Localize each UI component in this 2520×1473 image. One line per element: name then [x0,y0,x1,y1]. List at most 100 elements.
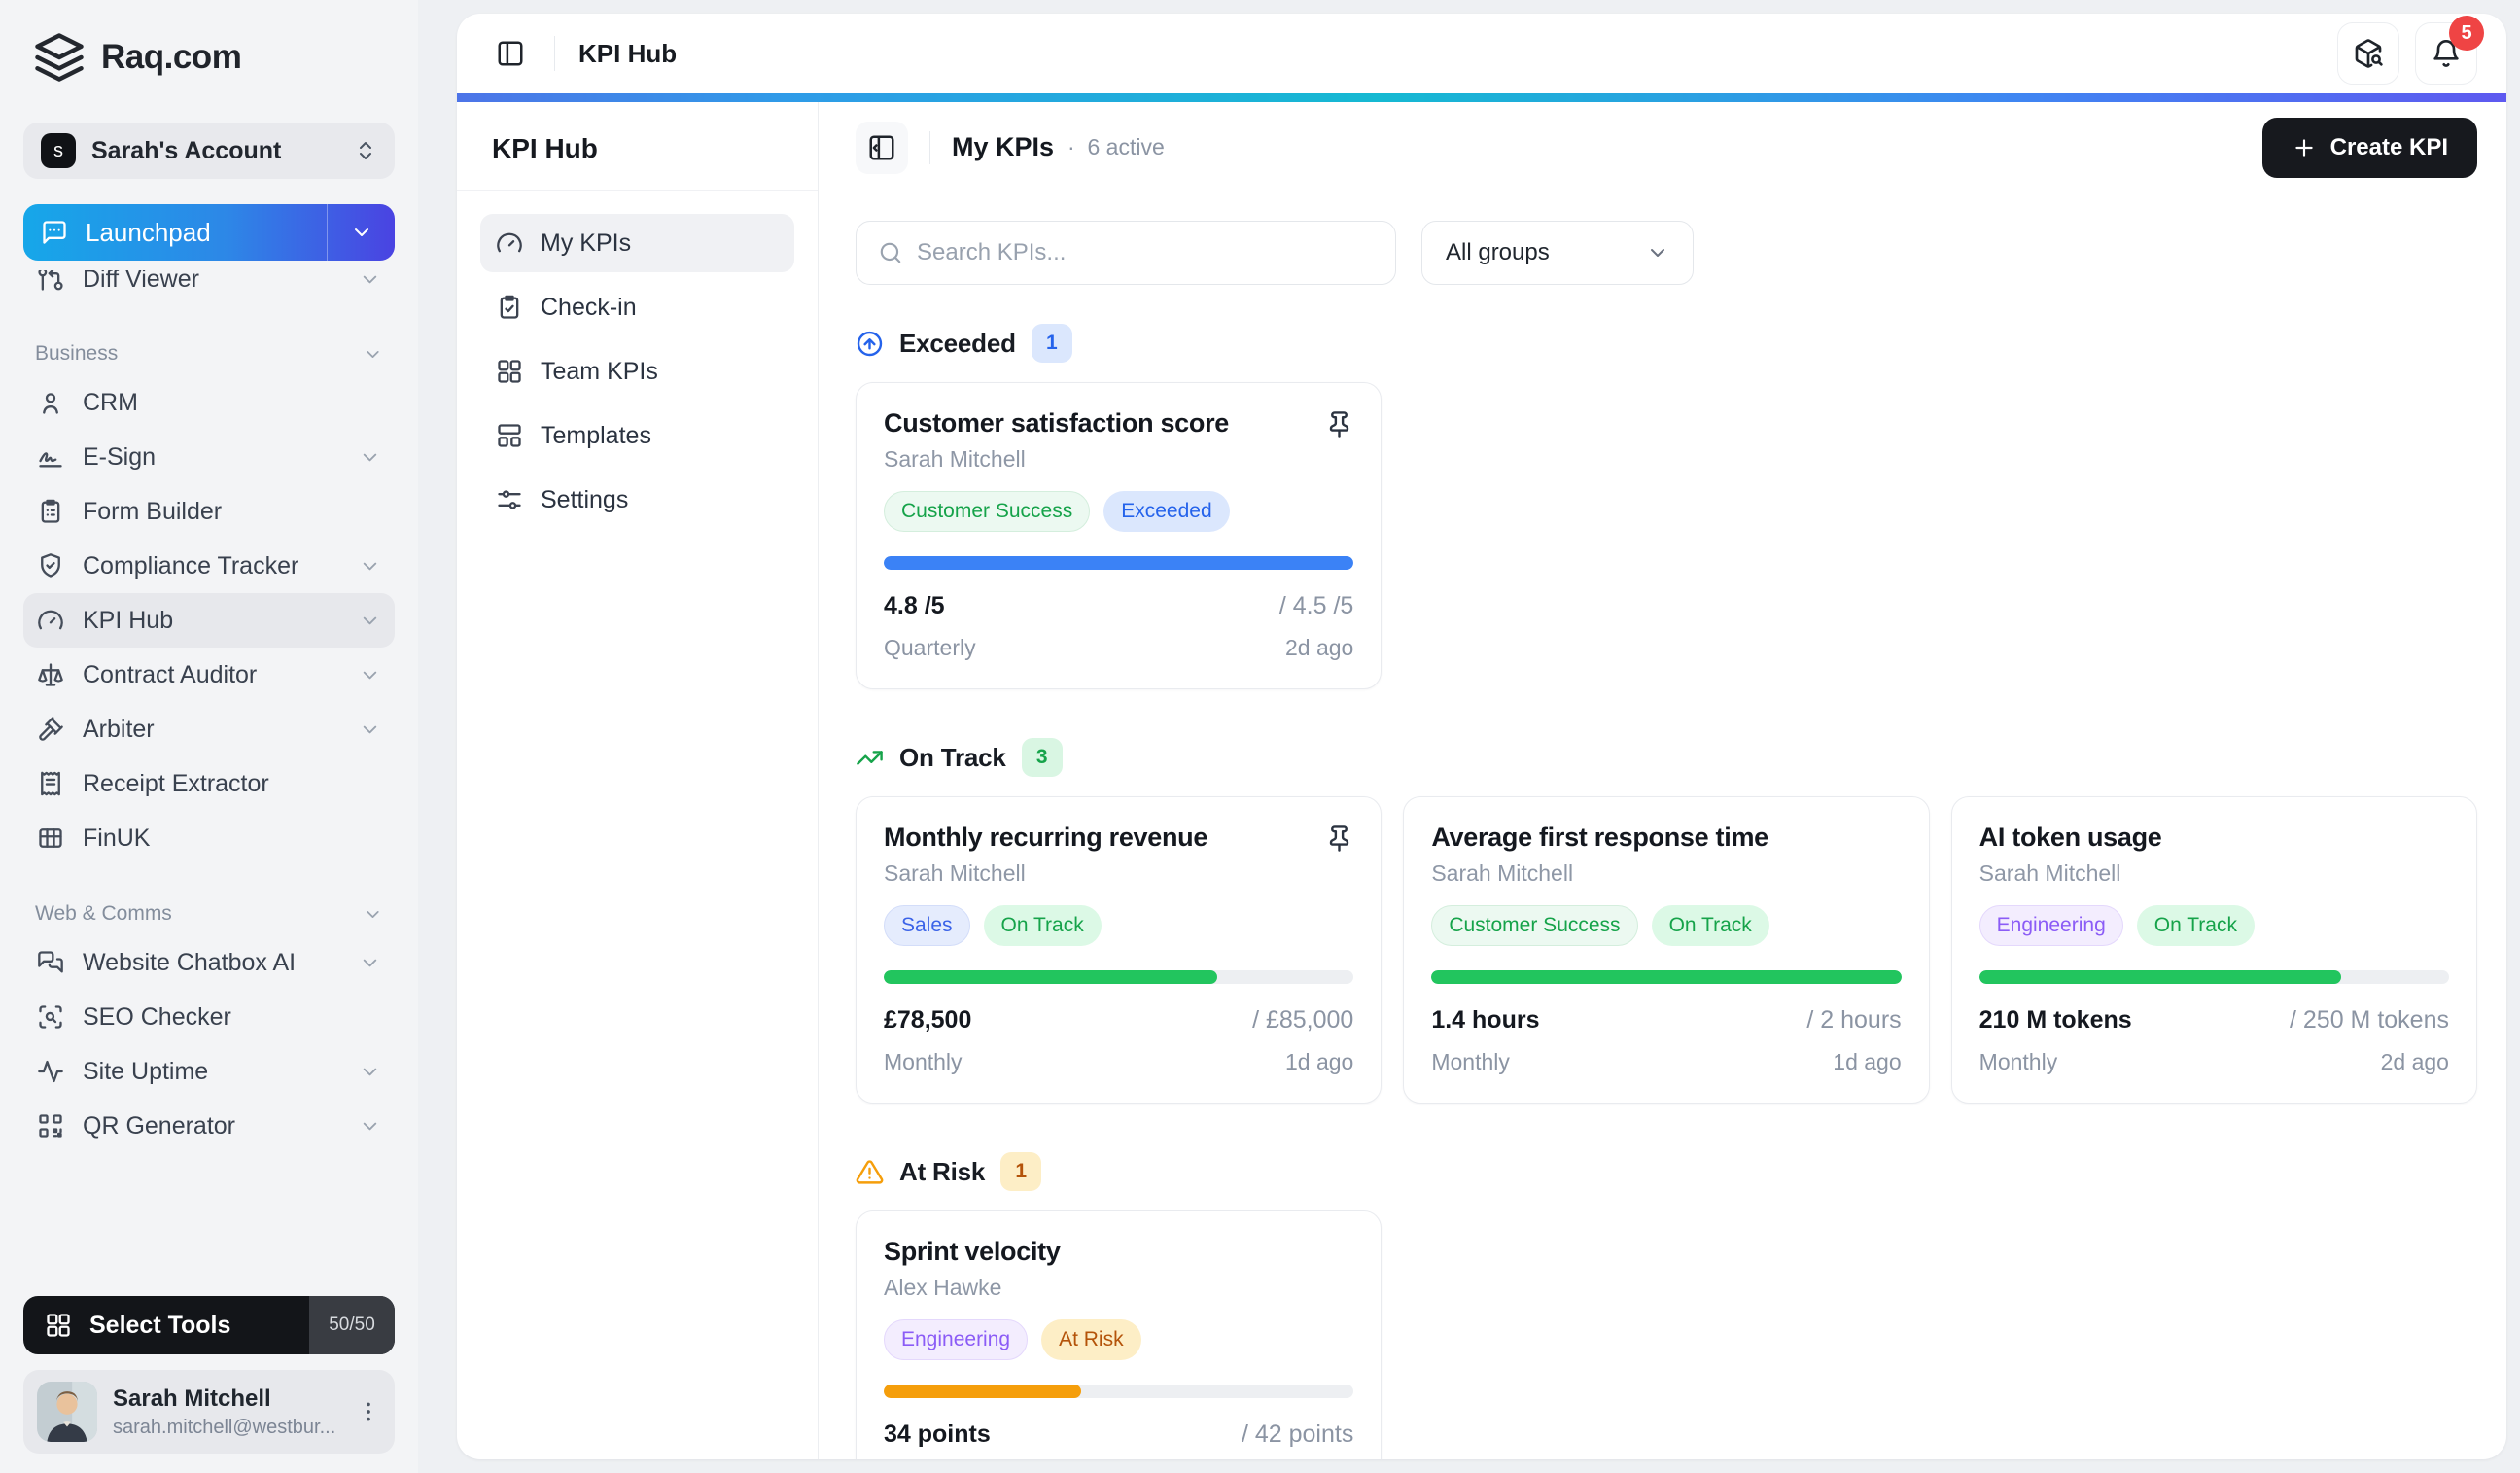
git-compare-arrows-icon [37,270,64,293]
pin-icon[interactable] [1325,824,1353,853]
kpi-target-value: / 250 M tokens [2290,1006,2449,1034]
kpi-card-ai-token-usage[interactable]: AI token usage Sarah Mitchell Engineerin… [1950,796,2477,1104]
sidebar-item-launchpad[interactable]: Launchpad [23,204,395,261]
sidebar-item-form-builder[interactable]: Form Builder [23,484,395,539]
subnav-item-team-kpis[interactable]: Team KPIs [480,342,794,401]
select-tools-button[interactable]: Select Tools 50/50 [23,1296,395,1354]
main-content: My KPIs · 6 active Create KPI All groups [819,102,2506,1459]
kpi-tags: Customer Success On Track [1431,905,1901,946]
clipboard-list-icon [37,498,64,525]
launchpad-expand-button[interactable] [327,204,395,261]
app-search-button[interactable] [2337,22,2399,85]
group-count-badge: 3 [1021,738,1063,777]
subnav-item-templates[interactable]: Templates [480,406,794,465]
kpi-frequency: Monthly [884,1049,962,1074]
sidebar-toggle-button[interactable] [490,33,531,74]
kpi-group-on-track: On Track 3 Monthly recurring revenue Sar… [856,738,2477,1104]
app-sidebar: Raq.com s Sarah's Account Launchpad Diff… [0,0,418,1473]
kpi-progress-track [1978,970,2449,984]
clipboard-check-icon [496,294,523,321]
content-panel: KPI Hub 5 KPI Hub My KPIs Check-in Team … [457,14,2506,1459]
signature-icon [37,443,64,471]
kpi-title: AI token usage [1978,823,2162,852]
subnav-divider [457,190,818,191]
sidebar-section-business[interactable]: Business [35,342,383,366]
kpi-title: Average first response time [1431,823,1768,852]
sidebar-item-contract-auditor[interactable]: Contract Auditor [23,648,395,702]
sidebar-item-website-chatbox-ai[interactable]: Website Chatbox AI [23,935,395,990]
sidebar-section-web-comms[interactable]: Web & Comms [35,902,383,926]
sidebar-item-kpi-hub[interactable]: KPI Hub [23,593,395,648]
sidebar-item-diff-viewer[interactable]: Diff Viewer [23,270,395,305]
gauge-icon [496,229,523,257]
receipt-icon [37,770,64,797]
account-switcher[interactable]: s Sarah's Account [23,123,395,179]
brand-name: Raq.com [101,38,242,76]
group-name: At Risk [899,1156,986,1186]
group-count-badge: 1 [1031,324,1072,363]
kpi-card-monthly-recurring-revenue[interactable]: Monthly recurring revenue Sarah Mitchell… [856,796,1382,1104]
create-kpi-button[interactable]: Create KPI [2261,117,2477,178]
notifications-button[interactable]: 5 [2415,16,2484,85]
trending-up-icon [856,744,884,772]
pin-icon[interactable] [1325,410,1353,438]
panel-left-icon [496,39,525,68]
sidebar-item-seo-checker[interactable]: SEO Checker [23,990,395,1044]
sidebar-item-site-uptime[interactable]: Site Uptime [23,1044,395,1099]
kpi-tags: Engineering On Track [1978,905,2449,946]
kpi-frequency: Quarterly [884,635,976,660]
kpi-card-average-first-response-time[interactable]: Average first response time Sarah Mitche… [1403,796,1930,1104]
group-filter-select[interactable]: All groups [1421,221,1694,285]
tag-exceeded: Exceeded [1103,491,1230,532]
kpi-last-updated: 1d ago [1833,1049,1902,1074]
search-icon [878,240,903,265]
sidebar-item-compliance-tracker[interactable]: Compliance Tracker [23,539,395,593]
sidebar-item-arbiter[interactable]: Arbiter [23,702,395,756]
activity-icon [37,1058,64,1085]
sidebar-item-e-sign[interactable]: E-Sign [23,430,395,484]
sidebar-nav: Launchpad Diff Viewer Business CRM E-Sig… [23,204,395,1280]
kpi-card-customer-satisfaction-score[interactable]: Customer satisfaction score Sarah Mitche… [856,382,1382,689]
kpi-owner: Alex Hawke [884,1275,1002,1300]
subnav-item-my-kpis[interactable]: My KPIs [480,214,794,272]
active-count: · 6 active [1068,134,1165,159]
kpi-target-value: / £85,000 [1252,1006,1354,1034]
sidebar-item-finuk[interactable]: FinUK [23,811,395,865]
table-icon [37,824,64,852]
tag-customer-success: Customer Success [1431,905,1638,946]
chevron-down-icon [350,221,373,244]
layers-logo-icon [33,31,86,84]
kpi-title: Sprint velocity [884,1237,1061,1266]
tag-on-track: On Track [983,905,1102,946]
kpi-card-sprint-velocity[interactable]: Sprint velocity Alex Hawke Engineering At… [856,1210,1382,1459]
user-card[interactable]: Sarah Mitchell sarah.mitchell@westbur... [23,1370,395,1454]
search-box[interactable] [856,221,1396,285]
chevron-down-icon [359,270,381,291]
kpi-progress-fill [1978,970,2341,984]
sidebar-item-receipt-extractor[interactable]: Receipt Extractor [23,756,395,811]
message-square-more-icon [41,219,68,246]
sidebar-item-crm[interactable]: CRM [23,375,395,430]
kebab-menu-icon[interactable] [356,1399,381,1424]
account-label: Sarah's Account [91,136,282,164]
group-name: Exceeded [899,328,1016,358]
kpi-progress-fill [1431,970,1902,984]
chevron-down-icon [363,904,383,925]
sidebar-item-qr-generator[interactable]: QR Generator [23,1099,395,1153]
kpi-target-value: / 4.5 /5 [1278,592,1354,619]
group-name: On Track [899,742,1006,772]
kpi-tags: Customer Success Exceeded [884,491,1353,532]
messages-square-icon [37,949,64,976]
sliders-icon [496,486,523,513]
search-input[interactable] [917,239,1374,266]
scan-search-icon [37,1003,64,1031]
subnav-item-check-in[interactable]: Check-in [480,278,794,336]
kpi-owner: Sarah Mitchell [1978,860,2121,886]
kpi-owner: Sarah Mitchell [884,860,1026,886]
chevron-down-icon [359,555,381,578]
subnav-collapse-button[interactable] [856,121,908,174]
select-tools-label: Select Tools [89,1311,231,1339]
tag-engineering: Engineering [884,1319,1029,1360]
layout-grid-icon [496,358,523,385]
subnav-item-settings[interactable]: Settings [480,471,794,529]
